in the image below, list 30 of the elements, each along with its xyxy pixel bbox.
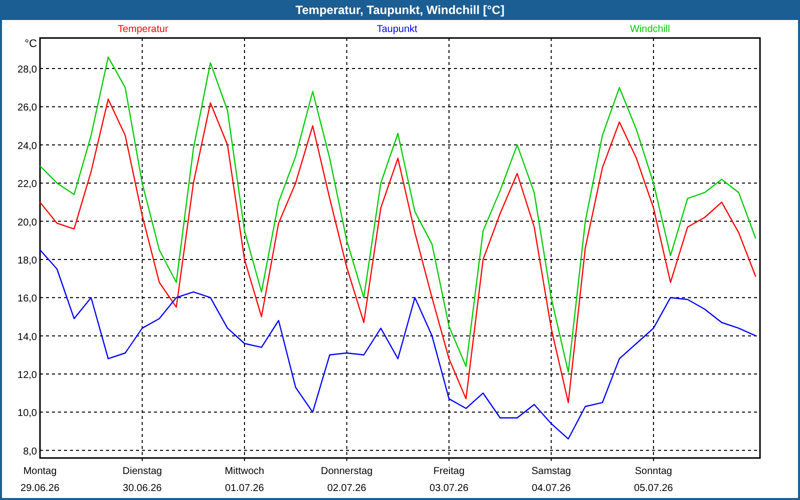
date-label: 04.07.26 xyxy=(532,483,571,494)
tick-label: 20,0 xyxy=(18,217,37,228)
day-label: Mittwoch xyxy=(224,466,264,477)
legend-label: Windchill xyxy=(630,24,670,35)
tick-label: 28,0 xyxy=(18,64,37,76)
legend-label: Temperatur xyxy=(118,24,168,35)
axis-unit: °C xyxy=(24,38,37,50)
tick-label: 16,0 xyxy=(18,294,37,305)
date-label: 29.06.26 xyxy=(20,483,60,494)
date-label: 05.07.26 xyxy=(634,483,673,494)
tick-label: 10,0 xyxy=(18,408,37,420)
tick-label: 14,0 xyxy=(18,332,37,343)
tick-label: 26,0 xyxy=(18,102,37,114)
day-label: Donnerstag xyxy=(320,466,373,477)
day-label: Sonntag xyxy=(634,466,672,477)
date-label: 02.07.26 xyxy=(327,483,366,494)
date-label: 03.07.26 xyxy=(430,483,468,494)
tick-label: 22,0 xyxy=(18,179,37,190)
window-title: Temperatur, Taupunkt, Windchill [°C] xyxy=(294,2,506,19)
tick-label: 24,0 xyxy=(18,140,37,152)
date-label: 01.07.26 xyxy=(225,483,264,494)
legend-label: Taupunkt xyxy=(376,24,418,35)
day-label: Montag xyxy=(23,466,57,477)
tick-label: 12,0 xyxy=(18,370,37,381)
day-label: Dienstag xyxy=(122,466,162,477)
tick-label: 8,0 xyxy=(23,446,37,458)
day-label: Samstag xyxy=(532,466,571,477)
tick-label: 18,0 xyxy=(18,255,37,266)
day-label: Freitag xyxy=(433,466,465,477)
date-label: 30.06.26 xyxy=(122,483,162,494)
